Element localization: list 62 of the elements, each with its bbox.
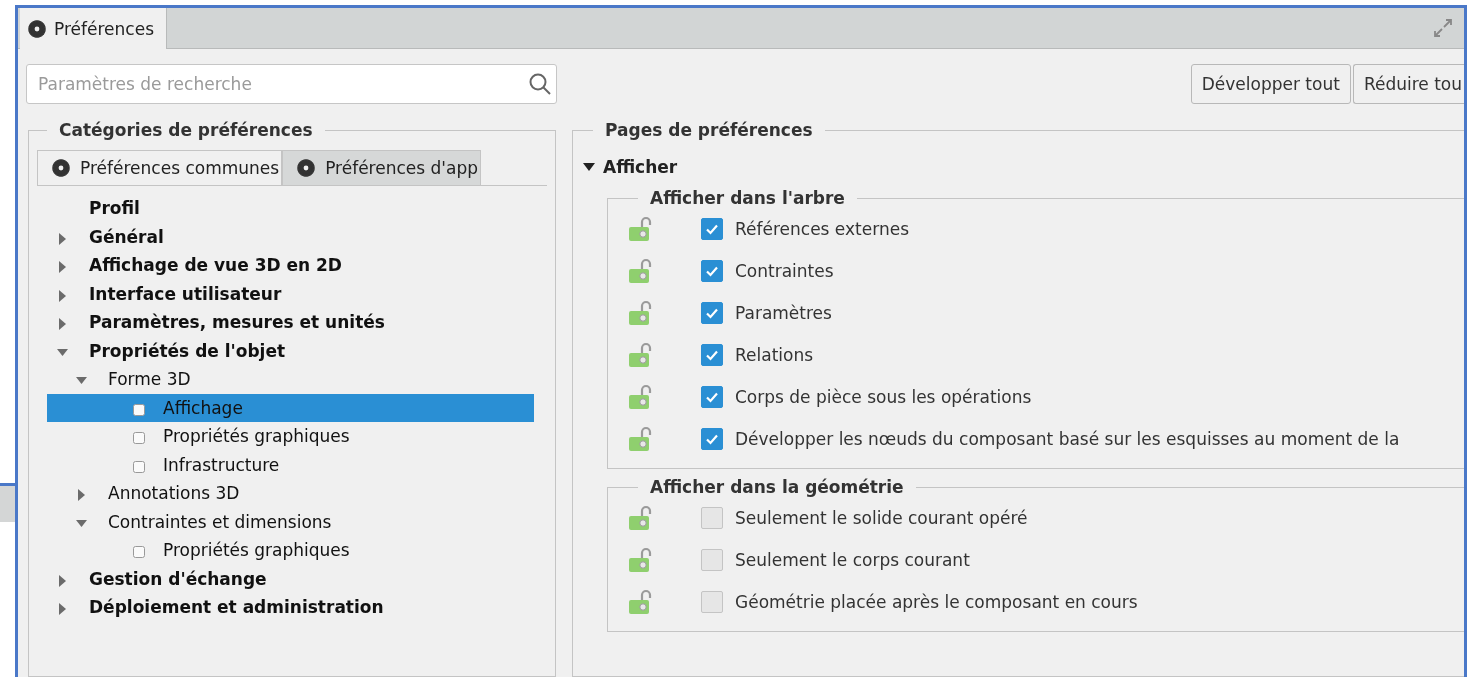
search-icon	[528, 72, 552, 96]
lock-icon	[628, 589, 654, 615]
option-label: Seulement le corps courant	[735, 550, 970, 570]
checkbox[interactable]	[701, 218, 723, 240]
group-title: Afficher dans l'arbre	[649, 188, 846, 208]
section-title: Afficher	[603, 157, 678, 177]
tree-item[interactable]: Affichage de vue 3D en 2D	[47, 251, 534, 280]
group-title: Afficher dans la géométrie	[649, 477, 905, 497]
gear-icon	[52, 159, 70, 177]
lock-icon	[628, 505, 654, 531]
toolbar-button[interactable]: Développer tout	[1190, 64, 1351, 104]
tree-item[interactable]: Interface utilisateur	[47, 279, 534, 308]
tree-item[interactable]: Affichage	[47, 393, 534, 422]
checkbox[interactable]	[701, 260, 723, 282]
tree-item[interactable]: Propriétés graphiques	[47, 536, 534, 565]
lock-icon	[628, 426, 654, 452]
option-label: Relations	[735, 345, 814, 365]
option-label: Seulement le solide courant opéré	[735, 508, 1028, 528]
window-tab[interactable]: Préférences	[20, 8, 167, 49]
option-label: Contraintes	[735, 261, 834, 281]
page-icon	[133, 403, 145, 416]
tree-item[interactable]: Général	[47, 222, 534, 251]
lock-icon	[628, 342, 654, 368]
checkbox[interactable]	[701, 302, 723, 324]
tree-item[interactable]: Forme 3D	[47, 365, 534, 394]
lock-icon	[628, 384, 654, 410]
gear-icon	[297, 159, 316, 177]
search-field[interactable]: Paramètres de recherche	[26, 64, 557, 104]
checkbox[interactable]	[701, 549, 723, 571]
tree-item[interactable]: Gestion d'échange	[47, 564, 534, 593]
option-label: Géométrie placée après le composant en cours	[735, 592, 1138, 612]
option-label: Développer les nœuds du composant basé sur les esquisses au moment de la	[735, 429, 1400, 449]
lock-icon	[628, 547, 654, 573]
panel-title: Catégories de préférences	[58, 120, 314, 140]
gear-icon	[28, 19, 46, 38]
tree-item[interactable]: Contraintes et dimensions	[47, 507, 534, 536]
checkbox[interactable]	[701, 386, 723, 408]
tree-item[interactable]: Propriétés graphiques	[47, 422, 534, 451]
page-icon	[133, 460, 145, 473]
lock-icon	[628, 258, 654, 284]
checkbox[interactable]	[701, 591, 723, 613]
tree-item[interactable]: Annotations 3D	[47, 479, 534, 508]
toolbar-button[interactable]: Réduire tou	[1352, 64, 1464, 104]
page-icon	[133, 432, 145, 445]
option-label: Corps de pièce sous les opérations	[735, 387, 1032, 407]
panel-title: Pages de préférences	[604, 120, 814, 140]
checkbox[interactable]	[701, 507, 723, 529]
tree-item[interactable]: Paramètres, mesures et unités	[47, 308, 534, 337]
option-label: Paramètres	[735, 303, 832, 323]
checkbox[interactable]	[701, 344, 723, 366]
checkbox[interactable]	[701, 428, 723, 450]
page-icon	[133, 546, 145, 559]
tree-item[interactable]: Propriétés de l'objet	[47, 336, 534, 365]
lock-icon	[628, 216, 654, 242]
category-tab[interactable]: Préférences d'app	[282, 150, 481, 185]
maximize-icon	[1432, 17, 1454, 39]
option-label: Références externes	[735, 219, 909, 239]
tree-item[interactable]: Infrastructure	[47, 450, 534, 479]
category-tab[interactable]: Préférences communes	[37, 150, 283, 185]
tree-item[interactable]: Profil	[47, 194, 534, 223]
tree-item[interactable]: Déploiement et administration	[47, 593, 534, 622]
lock-icon	[628, 300, 654, 326]
